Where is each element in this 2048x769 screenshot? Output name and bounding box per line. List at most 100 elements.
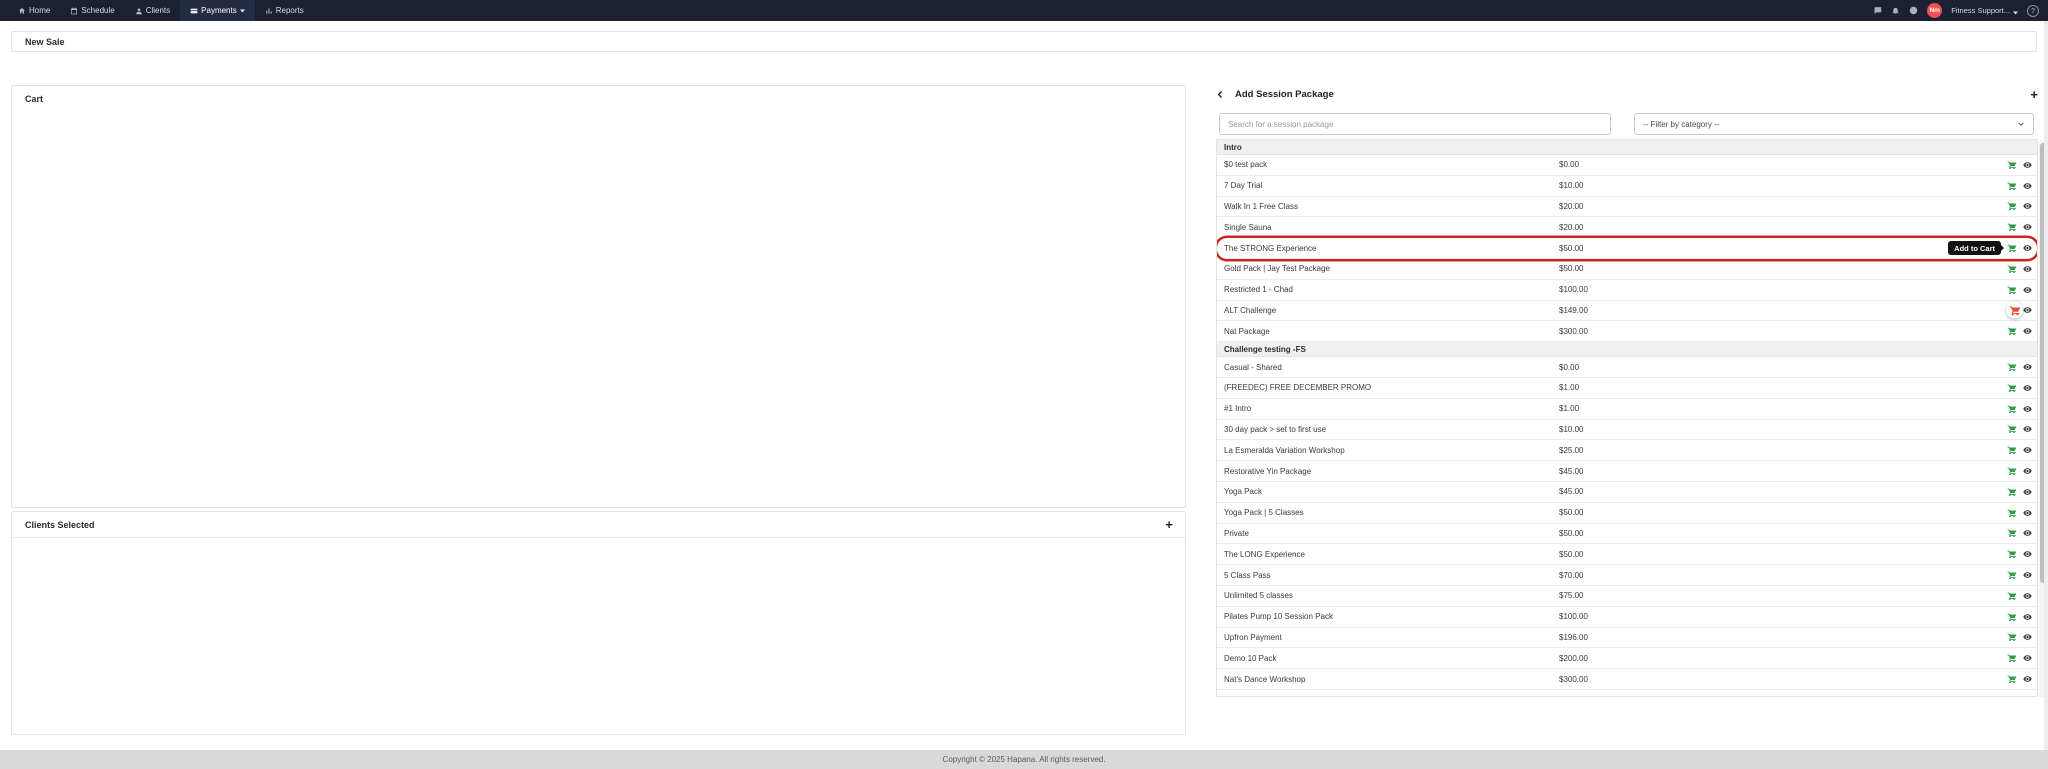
package-row[interactable]: ALT Challenge $149.00	[1217, 301, 2037, 322]
package-search-input[interactable]	[1219, 113, 1611, 135]
nav-item-schedule[interactable]: Schedule	[60, 0, 124, 21]
view-package-icon[interactable]	[2023, 633, 2032, 642]
add-to-cart-icon[interactable]	[2007, 404, 2017, 414]
package-row[interactable]: Casual - Shared $0.00	[1217, 357, 2037, 378]
view-package-icon[interactable]	[2023, 508, 2032, 517]
add-to-cart-icon[interactable]	[2007, 674, 2017, 684]
view-package-icon[interactable]	[2023, 223, 2032, 232]
package-row[interactable]: Nat's Dance Workshop $300.00	[1217, 669, 2037, 690]
package-row[interactable]: The STRONG Experience $50.00 Add to Cart	[1217, 238, 2037, 259]
add-to-cart-icon[interactable]	[2007, 362, 2017, 372]
package-row[interactable]: Nat's Auto Pay $700.00	[1217, 690, 2037, 697]
view-package-icon[interactable]	[2023, 529, 2032, 538]
package-name: Yoga Pack	[1224, 487, 1262, 496]
package-row[interactable]: Unlimited 5 classes $75.00	[1217, 586, 2037, 607]
payments-icon	[190, 7, 198, 15]
package-row[interactable]: 7 Day Trial $10.00	[1217, 176, 2037, 197]
package-row[interactable]: $0 test pack $0.00	[1217, 155, 2037, 176]
view-package-icon[interactable]	[2023, 327, 2032, 336]
package-row[interactable]: Demo 10 Pack $200.00	[1217, 648, 2037, 669]
package-row[interactable]: Walk In 1 Free Class $20.00	[1217, 197, 2037, 218]
view-package-icon[interactable]	[2023, 363, 2032, 372]
add-to-cart-icon[interactable]	[2007, 383, 2017, 393]
avatar[interactable]: Nm	[1927, 3, 1942, 18]
category-filter-select[interactable]: -- Filter by category --	[1634, 113, 2034, 135]
add-to-cart-icon[interactable]	[2007, 695, 2017, 697]
add-to-cart-icon[interactable]	[2007, 612, 2017, 622]
view-package-icon[interactable]	[2023, 612, 2032, 621]
add-to-cart-icon[interactable]	[2006, 302, 2023, 319]
add-to-cart-icon[interactable]	[2007, 445, 2017, 455]
package-name: Nat's Auto Pay	[1224, 695, 1276, 697]
bell-icon[interactable]	[1891, 6, 1900, 15]
view-package-icon[interactable]	[2023, 264, 2032, 273]
back-button[interactable]	[1216, 90, 1225, 99]
add-to-cart-icon[interactable]	[2007, 181, 2017, 191]
add-to-cart-icon[interactable]	[2007, 528, 2017, 538]
add-to-cart-icon[interactable]	[2007, 326, 2017, 336]
view-package-icon[interactable]	[2023, 181, 2032, 190]
chat-icon[interactable]	[1873, 6, 1882, 15]
help-icon[interactable]: ?	[2027, 5, 2039, 17]
view-package-icon[interactable]	[2023, 467, 2032, 476]
add-to-cart-icon[interactable]	[2007, 160, 2017, 170]
view-package-icon[interactable]	[2023, 446, 2032, 455]
add-to-cart-icon[interactable]	[2007, 591, 2017, 601]
package-row[interactable]: Restorative Yin Package $45.00	[1217, 461, 2037, 482]
view-package-icon[interactable]	[2023, 695, 2032, 697]
package-row[interactable]: Private $50.00	[1217, 524, 2037, 545]
add-to-cart-icon[interactable]	[2007, 487, 2017, 497]
view-package-icon[interactable]	[2023, 550, 2032, 559]
package-row[interactable]: Yoga Pack | 5 Classes $50.00	[1217, 503, 2037, 524]
add-to-cart-icon[interactable]	[2007, 570, 2017, 580]
home-icon	[18, 7, 26, 15]
view-package-icon[interactable]	[2023, 383, 2032, 392]
package-row[interactable]: Gold Pack | Jay Test Package $50.00	[1217, 259, 2037, 280]
package-row[interactable]: #1 Intro $1.00	[1217, 399, 2037, 420]
add-to-cart-icon[interactable]	[2007, 549, 2017, 559]
add-client-button[interactable]: +	[1165, 518, 1173, 531]
add-to-cart-icon[interactable]	[2007, 632, 2017, 642]
add-to-cart-icon[interactable]	[2007, 264, 2017, 274]
view-package-icon[interactable]	[2023, 487, 2032, 496]
add-to-cart-icon[interactable]	[2007, 653, 2017, 663]
view-package-icon[interactable]	[2023, 425, 2032, 434]
add-to-cart-icon[interactable]	[2007, 285, 2017, 295]
package-row[interactable]: (FREEDEC) FREE DECEMBER PROMO $1.00	[1217, 378, 2037, 399]
view-package-icon[interactable]	[2023, 404, 2032, 413]
view-package-icon[interactable]	[2023, 202, 2032, 211]
page-scrollbar[interactable]	[2044, 21, 2048, 750]
account-menu[interactable]: Fitness Support...	[1951, 2, 2018, 20]
nav-item-home[interactable]: Home	[8, 0, 60, 21]
view-package-icon[interactable]	[2023, 675, 2032, 684]
add-package-button[interactable]: +	[2030, 88, 2038, 101]
nav-menu: Home Schedule Clients Payments Reports	[0, 0, 314, 21]
view-package-icon[interactable]	[2023, 654, 2032, 663]
view-package-icon[interactable]	[2023, 285, 2032, 294]
view-package-icon[interactable]	[2023, 591, 2032, 600]
package-row[interactable]: 30 day pack > set to first use $10.00	[1217, 420, 2037, 441]
add-to-cart-icon[interactable]	[2007, 201, 2017, 211]
view-package-icon[interactable]	[2023, 160, 2032, 169]
add-to-cart-icon[interactable]	[2007, 222, 2017, 232]
package-row[interactable]: The LONG Experience $50.00	[1217, 544, 2037, 565]
package-row[interactable]: Single Sauna $20.00	[1217, 217, 2037, 238]
view-package-icon[interactable]	[2023, 244, 2032, 253]
package-row[interactable]: Upfron Payment $196.00	[1217, 628, 2037, 649]
view-package-icon[interactable]	[2023, 571, 2032, 580]
package-row[interactable]: Restricted 1 - Chad $100.00	[1217, 280, 2037, 301]
package-row[interactable]: 5 Class Pass $70.00	[1217, 565, 2037, 586]
clock-icon[interactable]	[1909, 6, 1918, 15]
add-to-cart-icon[interactable]	[2007, 243, 2017, 253]
add-to-cart-icon[interactable]	[2007, 466, 2017, 476]
package-row[interactable]: Yoga Pack $45.00	[1217, 482, 2037, 503]
package-row[interactable]: La Esmeralda Variation Workshop $25.00	[1217, 440, 2037, 461]
view-package-icon[interactable]	[2023, 306, 2032, 315]
nav-item-reports[interactable]: Reports	[255, 0, 314, 21]
add-to-cart-icon[interactable]	[2007, 424, 2017, 434]
add-to-cart-icon[interactable]	[2007, 508, 2017, 518]
package-row[interactable]: Pilates Pump 10 Session Pack $100.00	[1217, 607, 2037, 628]
nav-item-payments[interactable]: Payments	[180, 0, 255, 21]
package-row[interactable]: Nat Package $300.00	[1217, 321, 2037, 342]
nav-item-clients[interactable]: Clients	[125, 0, 180, 21]
